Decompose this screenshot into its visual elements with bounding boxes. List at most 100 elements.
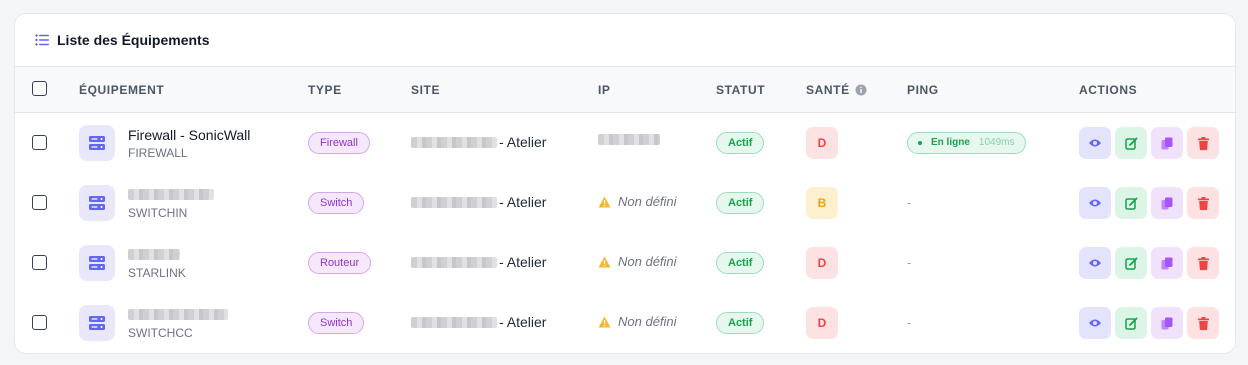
row-checkbox[interactable] [32,135,47,150]
row-checkbox[interactable] [32,255,47,270]
row-actions [1079,127,1219,159]
equipment-name[interactable]: Firewall - SonicWall [128,127,250,143]
ping-empty: - [907,255,912,270]
view-button[interactable] [1079,127,1111,159]
redacted-site [411,136,497,148]
table-row[interactable]: STARLINK Routeur - Atelier Non défini Ac… [15,233,1235,293]
edit-button[interactable] [1115,127,1147,159]
status-badge: Actif [716,312,765,334]
column-header-health[interactable]: SANTÉ [806,67,850,113]
edit-icon [1124,317,1137,330]
site-cell: - Atelier [411,254,546,270]
status-badge: Actif [716,192,765,214]
equipment-code: FIREWALL [128,146,188,160]
ip-value: Non défini [618,194,677,209]
copy-button[interactable] [1151,307,1183,339]
status-badge: Actif [716,132,765,154]
redacted-name [128,249,180,260]
equipment-code: SWITCHIN [128,206,188,220]
view-button[interactable] [1079,247,1111,279]
health-badge: D [806,127,838,159]
site-suffix: - Atelier [499,134,547,150]
equipment-code: STARLINK [128,266,186,280]
copy-icon [1161,317,1173,329]
column-header-equipment[interactable]: ÉQUIPEMENT [79,67,164,113]
site-suffix: - Atelier [499,254,547,270]
copy-button[interactable] [1151,127,1183,159]
redacted-site [411,256,497,268]
site-cell: - Atelier [411,314,546,330]
copy-button[interactable] [1151,247,1183,279]
copy-icon [1161,137,1173,149]
warning-icon [598,196,611,207]
ping-empty: - [907,195,912,210]
view-button[interactable] [1079,307,1111,339]
redacted-name [128,189,214,200]
view-button[interactable] [1079,187,1111,219]
eye-icon [1089,199,1101,207]
equipment-name[interactable] [128,307,228,323]
type-badge: Switch [308,312,365,334]
table-row[interactable]: Firewall - SonicWall FIREWALL Firewall -… [15,113,1235,173]
ping-empty: - [907,315,912,330]
row-actions [1079,187,1219,219]
ping-badge: En ligne 1049ms [907,132,1027,154]
copy-icon [1161,197,1173,209]
trash-icon [1197,256,1209,270]
ip-cell [598,134,660,145]
delete-button[interactable] [1187,187,1219,219]
eye-icon [1089,319,1101,327]
warning-icon [598,256,611,267]
column-header-ip[interactable]: IP [598,67,611,113]
copy-button[interactable] [1151,187,1183,219]
redacted-name [128,309,228,320]
row-checkbox[interactable] [32,315,47,330]
health-badge: B [806,187,838,219]
edit-button[interactable] [1115,187,1147,219]
ping-latency: 1049ms [978,137,1015,148]
edit-button[interactable] [1115,247,1147,279]
equipment-name[interactable] [128,247,180,263]
equipment-list-card: Liste des Équipements ÉQUIPEMENT TYPE SI… [14,13,1236,354]
column-header-type[interactable]: TYPE [308,67,342,113]
redacted-site [411,316,497,328]
delete-button[interactable] [1187,307,1219,339]
edit-button[interactable] [1115,307,1147,339]
ping-status: En ligne [931,137,970,148]
edit-icon [1124,197,1137,210]
warning-icon [598,316,611,327]
table-row[interactable]: SWITCHCC Switch - Atelier Non défini Act… [15,293,1235,353]
redacted-site [411,196,497,208]
online-dot-icon [918,141,922,145]
trash-icon [1197,316,1209,330]
info-icon[interactable] [855,84,867,96]
row-actions [1079,307,1219,339]
row-checkbox[interactable] [32,195,47,210]
eye-icon [1089,139,1101,147]
select-all-checkbox[interactable] [32,81,47,96]
ip-cell: Non défini [598,254,677,269]
column-header-site[interactable]: SITE [411,67,440,113]
row-actions [1079,247,1219,279]
server-icon [79,185,115,221]
site-cell: - Atelier [411,134,546,150]
status-badge: Actif [716,252,765,274]
ip-value: Non défini [618,254,677,269]
type-badge: Switch [308,192,365,214]
delete-button[interactable] [1187,127,1219,159]
column-header-status[interactable]: STATUT [716,67,765,113]
site-suffix: - Atelier [499,194,547,210]
redacted-ip [598,134,660,145]
edit-icon [1124,137,1137,150]
table-row[interactable]: SWITCHIN Switch - Atelier Non défini Act… [15,173,1235,233]
equipment-code: SWITCHCC [128,326,193,340]
equipment-name[interactable] [128,187,214,203]
health-badge: D [806,307,838,339]
delete-button[interactable] [1187,247,1219,279]
type-badge: Firewall [308,132,370,154]
site-suffix: - Atelier [499,314,547,330]
eye-icon [1089,259,1101,267]
column-header-ping[interactable]: PING [907,67,939,113]
server-icon [79,125,115,161]
health-badge: D [806,247,838,279]
